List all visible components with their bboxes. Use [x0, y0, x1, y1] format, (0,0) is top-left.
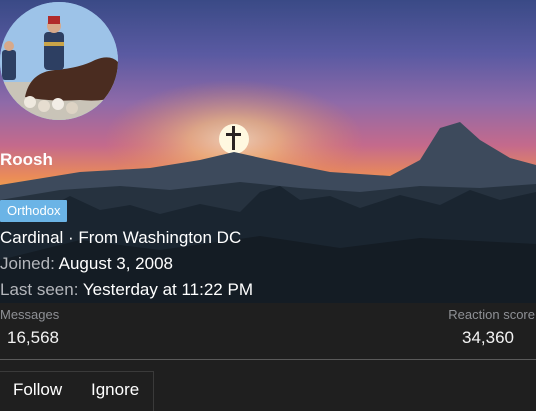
reaction-score-value[interactable]: 34,360	[462, 328, 514, 348]
profile-actions: Follow Ignore	[0, 371, 154, 411]
joined-label: Joined:	[0, 254, 55, 273]
messages-label: Messages	[0, 307, 60, 322]
user-badge: Orthodox	[0, 200, 68, 222]
last-seen-label: Last seen:	[0, 280, 79, 299]
profile-banner: Roosh Orthodox Cardinal · From Washingto…	[0, 0, 536, 303]
joined-value: August 3, 2008	[58, 254, 173, 273]
avatar[interactable]	[0, 2, 118, 120]
last-seen-value[interactable]: Yesterday at 11:22 PM	[83, 280, 253, 299]
messages-count[interactable]: 16,568	[7, 328, 59, 348]
ignore-button[interactable]: Ignore	[91, 380, 139, 400]
username[interactable]: Roosh	[0, 150, 53, 170]
follow-button[interactable]: Follow	[13, 380, 62, 400]
stats-row: Messages 16,568 Reaction score 34,360	[0, 303, 536, 360]
last-seen-row: Last seen: Yesterday at 11:22 PM	[0, 280, 253, 300]
reaction-score-label: Reaction score	[448, 307, 535, 322]
joined-row: Joined: August 3, 2008	[0, 254, 173, 274]
avatar-image	[0, 2, 118, 120]
title-location: Cardinal · From Washington DC	[0, 228, 242, 247]
